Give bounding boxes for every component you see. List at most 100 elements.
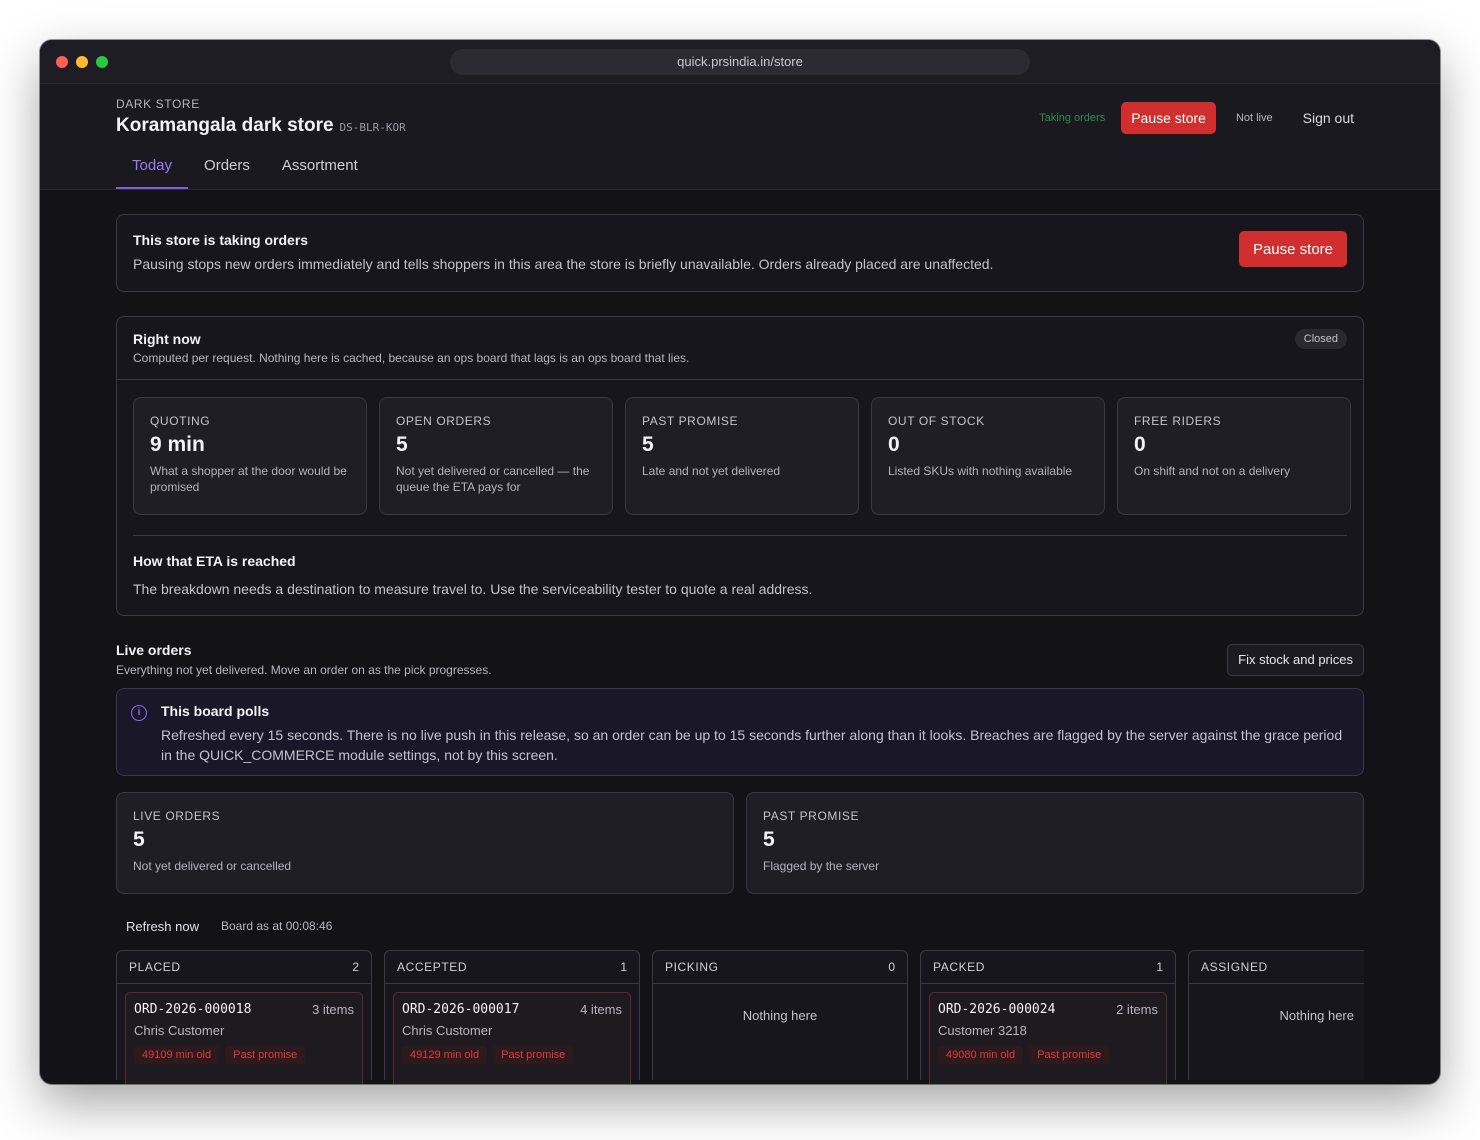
order-customer: Chris Customer: [134, 1023, 225, 1038]
header-pause-store-button[interactable]: Pause store: [1121, 102, 1216, 134]
stat-tiles: QUOTING 9 min What a shopper at the door…: [133, 397, 1351, 515]
stat-value: 5: [763, 828, 775, 851]
order-card[interactable]: ORD-2026-000017 4 items Chris Customer 4…: [393, 992, 631, 1084]
taking-orders-description: Pausing stops new orders immediately and…: [133, 256, 994, 272]
url-bar[interactable]: quick.prsindia.in/store: [450, 49, 1030, 75]
eta-title: How that ETA is reached: [133, 553, 296, 569]
order-age-badge: 49080 min old: [938, 1046, 1024, 1064]
fix-stock-button[interactable]: Fix stock and prices: [1227, 644, 1364, 676]
column-header: PACKED 1: [921, 951, 1175, 984]
column-header: PLACED 2: [117, 951, 371, 984]
stat-description: Listed SKUs with nothing available: [888, 464, 1073, 478]
stat-open-orders: OPEN ORDERS 5 Not yet delivered or cance…: [379, 397, 613, 515]
tab-assortment[interactable]: Assortment: [266, 149, 374, 189]
stat-description: Flagged by the server: [763, 859, 880, 873]
app-header: DARK STORE Koramangala dark store DS-BLR-…: [40, 84, 1440, 190]
order-card[interactable]: ORD-2026-000018 3 items Chris Customer 4…: [125, 992, 363, 1084]
taking-orders-title: This store is taking orders: [133, 232, 309, 248]
order-card-header: ORD-2026-000024 2 items: [938, 1002, 1158, 1017]
refresh-row: Refresh now Board as at 00:08:46: [116, 916, 1364, 936]
column-picking: PICKING 0 Nothing here: [652, 950, 908, 1080]
closed-badge: Closed: [1294, 329, 1347, 349]
page-title: Koramangala dark store DS-BLR-KOR: [116, 115, 406, 137]
live-stat-tiles: LIVE ORDERS 5 Not yet delivered or cance…: [116, 792, 1364, 894]
order-card-header: ORD-2026-000018 3 items: [134, 1002, 354, 1017]
stat-label: OUT OF STOCK: [888, 414, 985, 428]
stat-description: Not yet delivered or cancelled — the que…: [396, 464, 590, 494]
order-item-count: 3 items: [312, 1002, 354, 1017]
live-orders-title: Live orders: [116, 642, 192, 658]
empty-column-text: Nothing here: [1279, 1008, 1354, 1023]
refresh-now-button[interactable]: Refresh now: [116, 919, 199, 934]
order-badges: 49129 min old Past promise: [402, 1046, 622, 1064]
stat-live-past-promise: PAST PROMISE 5 Flagged by the server: [746, 792, 1364, 894]
browser-window: quick.prsindia.in/store DARK STORE Koram…: [40, 40, 1440, 1084]
maximize-window-icon[interactable]: [96, 56, 108, 68]
stat-label: LIVE ORDERS: [133, 809, 221, 823]
eta-description: The breakdown needs a destination to mea…: [133, 581, 813, 597]
past-promise-badge: Past promise: [225, 1046, 306, 1064]
live-status-label: Not live: [1235, 112, 1273, 124]
store-code: DS-BLR-KOR: [339, 121, 406, 134]
order-item-count: 2 items: [1116, 1002, 1158, 1017]
right-now-title: Right now: [133, 331, 201, 347]
tab-today[interactable]: Today: [116, 149, 189, 189]
column-packed: PACKED 1 ORD-2026-000024 2 items Custome…: [920, 950, 1176, 1084]
stat-value: 5: [642, 433, 654, 456]
pause-store-button[interactable]: Pause store: [1238, 231, 1347, 267]
order-card[interactable]: ORD-2026-000024 2 items Customer 3218 49…: [929, 992, 1167, 1084]
board-timestamp: Board as at 00:08:46: [220, 919, 333, 933]
close-window-icon[interactable]: [56, 56, 68, 68]
stat-value: 5: [133, 828, 145, 851]
stat-past-promise: PAST PROMISE 5 Late and not yet delivere…: [625, 397, 859, 515]
column-count: 1: [620, 960, 627, 974]
stat-label: PAST PROMISE: [642, 414, 739, 428]
tab-bar: Today Orders Assortment: [116, 149, 374, 189]
status-badge: Taking orders: [1039, 112, 1106, 124]
stat-free-riders: FREE RIDERS 0 On shift and not on a deli…: [1117, 397, 1351, 515]
right-now-card: Right now Computed per request. Nothing …: [116, 316, 1364, 616]
stat-value: 0: [1134, 433, 1146, 456]
tab-orders[interactable]: Orders: [188, 149, 266, 189]
taking-orders-card: This store is taking orders Pausing stop…: [116, 214, 1364, 292]
stat-quoting: QUOTING 9 min What a shopper at the door…: [133, 397, 367, 515]
right-now-header: Right now Computed per request. Nothing …: [117, 317, 1363, 380]
past-promise-badge: Past promise: [1029, 1046, 1110, 1064]
stat-description: What a shopper at the door would be prom…: [150, 464, 347, 494]
browser-titlebar: quick.prsindia.in/store: [40, 40, 1440, 84]
polling-description: Refreshed every 15 seconds. There is no …: [161, 727, 1343, 763]
order-card-header: ORD-2026-000017 4 items: [402, 1002, 622, 1017]
stat-description: Not yet delivered or cancelled: [133, 859, 292, 873]
order-id: ORD-2026-000017: [402, 1002, 520, 1017]
column-accepted: ACCEPTED 1 ORD-2026-000017 4 items Chris…: [384, 950, 640, 1084]
past-promise-badge: Past promise: [493, 1046, 574, 1064]
empty-column-text: Nothing here: [742, 1008, 818, 1023]
order-item-count: 4 items: [580, 1002, 622, 1017]
header-actions: Taking orders Pause store Not live Sign …: [1039, 102, 1354, 134]
stat-label: PAST PROMISE: [763, 809, 860, 823]
store-name: Koramangala dark store: [116, 115, 334, 136]
polling-title: This board polls: [161, 703, 270, 719]
minimize-window-icon[interactable]: [76, 56, 88, 68]
order-badges: 49080 min old Past promise: [938, 1046, 1158, 1064]
column-name: PICKING: [665, 960, 719, 974]
order-customer: Chris Customer: [402, 1023, 493, 1038]
live-orders-subtitle: Everything not yet delivered. Move an or…: [116, 663, 492, 677]
stat-value: 5: [396, 433, 408, 456]
stat-description: Late and not yet delivered: [642, 464, 781, 478]
stat-description: On shift and not on a delivery: [1134, 464, 1291, 478]
column-header: ASSIGNED: [1189, 951, 1364, 984]
order-age-badge: 49109 min old: [134, 1046, 220, 1064]
stat-live-orders: LIVE ORDERS 5 Not yet delivered or cance…: [116, 792, 734, 894]
column-header: ACCEPTED 1: [385, 951, 639, 984]
column-name: PLACED: [129, 960, 181, 974]
sign-out-link[interactable]: Sign out: [1303, 110, 1354, 126]
order-id: ORD-2026-000018: [134, 1002, 252, 1017]
column-assigned: ASSIGNED Nothing here: [1188, 950, 1364, 1080]
right-now-subtitle: Computed per request. Nothing here is ca…: [133, 351, 690, 365]
column-name: PACKED: [933, 960, 986, 974]
column-count: 2: [352, 960, 359, 974]
column-count: 1: [1156, 960, 1163, 974]
column-header: PICKING 0: [653, 951, 907, 984]
order-id: ORD-2026-000024: [938, 1002, 1056, 1017]
